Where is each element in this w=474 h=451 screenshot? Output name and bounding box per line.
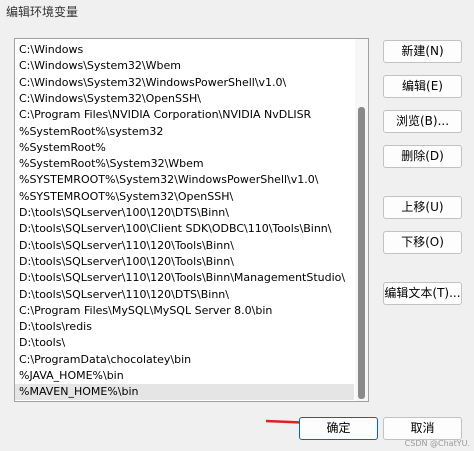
path-list-item[interactable]: %SystemRoot%: [19, 140, 106, 156]
path-list-item[interactable]: D:\tools\SQLserver\110\120\DTS\Binn\: [19, 287, 229, 303]
list-scrollbar[interactable]: [355, 39, 368, 401]
cancel-button[interactable]: 取消: [383, 417, 462, 440]
path-list-item[interactable]: C:\Windows\System32\WindowsPowerShell\v1…: [19, 75, 286, 91]
path-list-item[interactable]: D:\tools\SQLserver\100\120\Tools\Binn\: [19, 254, 234, 270]
browse-button[interactable]: 浏览(B)...: [383, 110, 462, 133]
new-button[interactable]: 新建(N): [383, 40, 462, 63]
title-bar: 编辑环境变量: [0, 0, 474, 24]
path-list-item[interactable]: D:\tools\redis: [19, 319, 92, 335]
delete-button[interactable]: 删除(D): [383, 145, 462, 168]
ok-button[interactable]: 确定: [299, 417, 378, 440]
path-list[interactable]: %MAVEN_HOME%\bin %JAVA_HOME%\bin C:\Progra…: [14, 38, 369, 402]
path-list-item[interactable]: D:\tools\SQLserver\100\Client SDK\ODBC\1…: [19, 221, 332, 237]
path-list-item[interactable]: %SYSTEMROOT%\System32\OpenSSH\: [19, 189, 233, 205]
path-list-item[interactable]: %JAVA_HOME%\bin: [19, 368, 124, 384]
path-list-item[interactable]: D:\tools\SQLserver\100\120\DTS\Binn\: [19, 205, 229, 221]
path-list-item[interactable]: %SystemRoot%\System32\Wbem: [19, 156, 204, 172]
path-list-item[interactable]: C:\Windows: [19, 42, 83, 58]
edit-button[interactable]: 编辑(E): [383, 75, 462, 98]
edit-text-button[interactable]: 编辑文本(T)...: [383, 282, 462, 305]
path-list-item[interactable]: %SYSTEMROOT%\System32\WindowsPowerShell\…: [19, 172, 318, 188]
path-list-item[interactable]: %MAVEN_HOME%\bin: [15, 384, 354, 401]
move-up-button[interactable]: 上移(U): [383, 196, 462, 219]
path-list-item[interactable]: C:\ProgramData\chocolatey\bin: [19, 352, 191, 368]
move-down-button[interactable]: 下移(O): [383, 231, 462, 254]
watermark: CSDN @ChatYU.: [404, 439, 470, 448]
path-list-item[interactable]: C:\Windows\System32\OpenSSH\: [19, 91, 201, 107]
path-list-item[interactable]: %SystemRoot%\system32: [19, 124, 163, 140]
path-list-item[interactable]: D:\tools\SQLserver\110\120\Tools\Binn\: [19, 238, 234, 254]
window-title: 编辑环境变量: [6, 5, 79, 19]
path-list-item[interactable]: C:\Windows\System32\Wbem: [19, 58, 181, 74]
path-list-item[interactable]: C:\Program Files\MySQL\MySQL Server 8.0\…: [19, 303, 272, 319]
path-list-item[interactable]: D:\tools\SQLserver\110\120\Tools\Binn\Ma…: [19, 270, 345, 286]
path-list-item[interactable]: D:\tools\: [19, 335, 65, 351]
list-scrollbar-thumb[interactable]: [358, 107, 365, 399]
path-list-item[interactable]: C:\Program Files\NVIDIA Corporation\NVID…: [19, 107, 311, 123]
